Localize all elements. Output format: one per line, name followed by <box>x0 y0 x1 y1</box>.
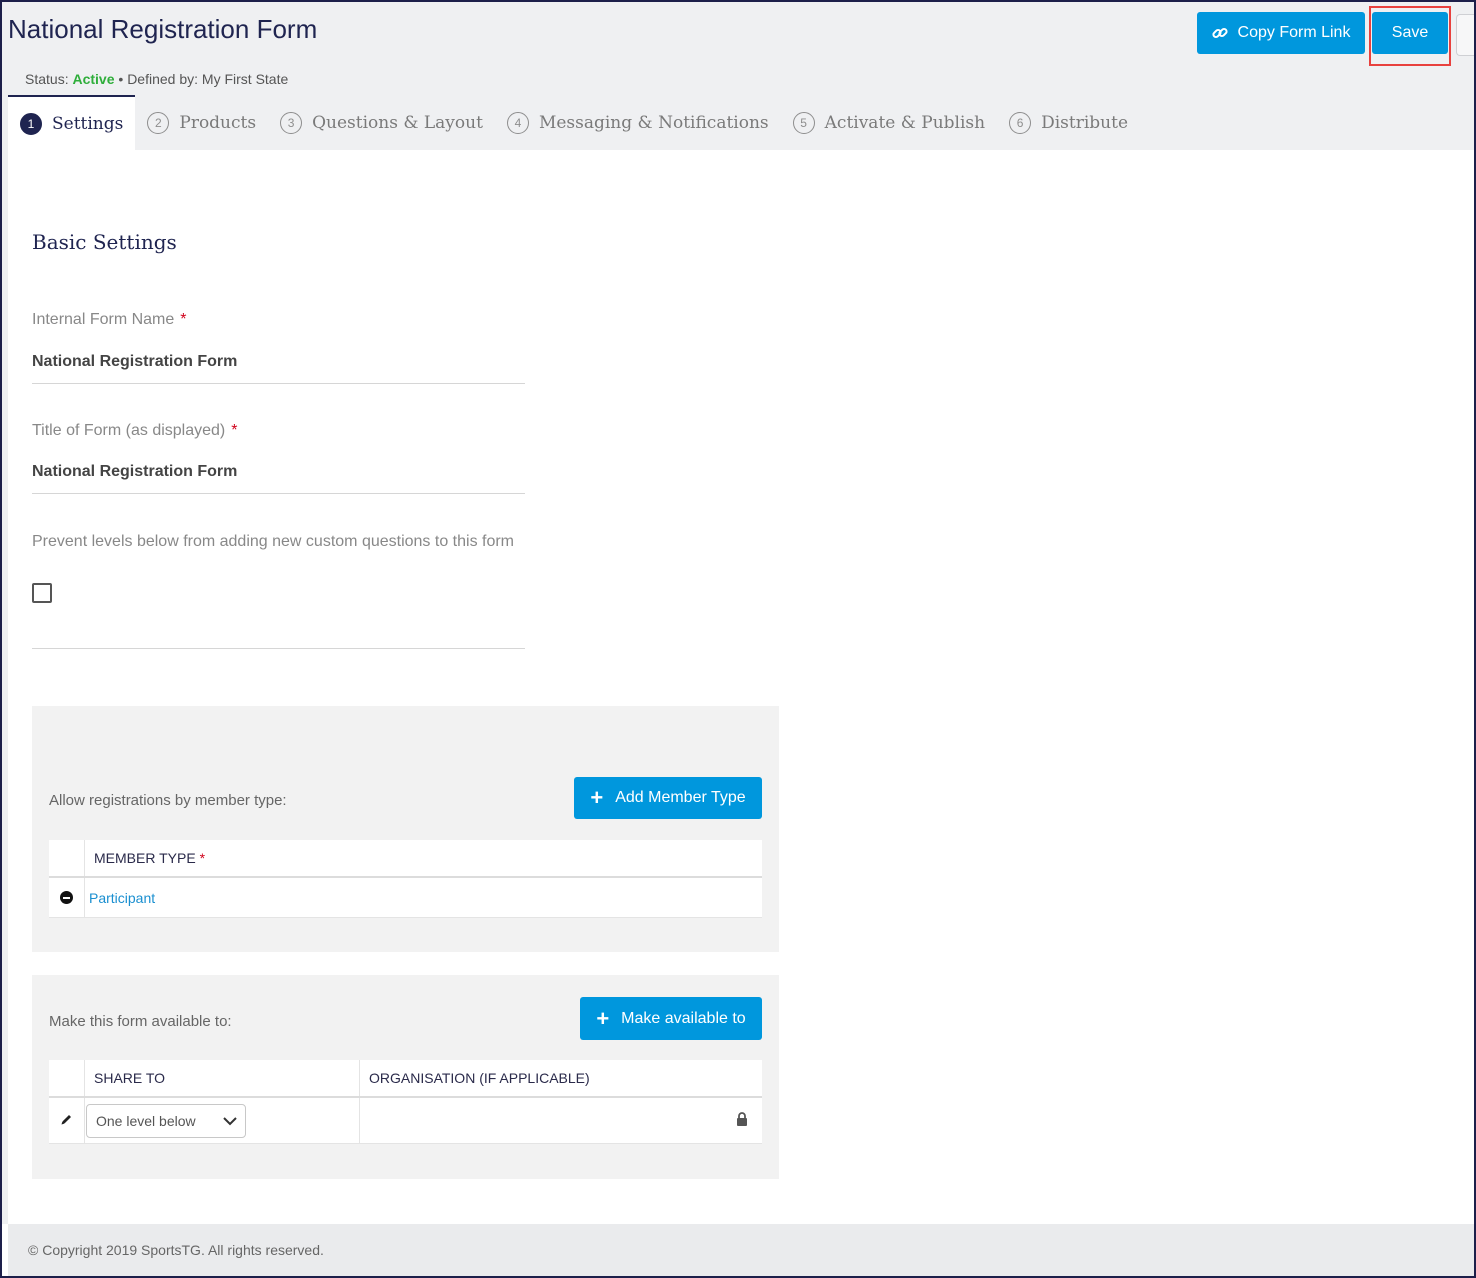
member-type-link[interactable]: Participant <box>89 890 155 906</box>
table-header-row: MEMBER TYPE * <box>49 840 762 878</box>
step-number: 4 <box>506 111 529 134</box>
pencil-icon[interactable] <box>60 1113 73 1129</box>
defined-by-text: • Defined by: My First State <box>118 71 289 87</box>
status-line: Status: Active • Defined by: My First St… <box>25 71 288 87</box>
share-to-select[interactable]: One level below <box>86 1103 246 1138</box>
make-available-label: Make available to <box>621 1009 746 1027</box>
add-member-type-label: Add Member Type <box>615 789 746 806</box>
link-icon <box>1211 25 1228 41</box>
tab-settings[interactable]: 1 Settings <box>8 95 136 150</box>
share-to-cell: One level below <box>85 1098 360 1143</box>
tab-label: Settings <box>52 113 124 134</box>
column-header-share-to: SHARE TO <box>85 1060 360 1096</box>
tab-questions-layout[interactable]: 3 Questions & Layout <box>268 95 495 150</box>
chevron-down-icon <box>223 1113 237 1129</box>
divider <box>32 648 525 649</box>
step-number: 2 <box>147 111 170 134</box>
form-title-label: Title of Form (as displayed) * <box>32 422 237 440</box>
plus-icon: + <box>590 785 604 810</box>
side-strip <box>2 150 8 1224</box>
edge-tab[interactable] <box>1456 14 1476 56</box>
required-mark: * <box>199 850 206 866</box>
organisation-cell <box>360 1098 762 1143</box>
availability-label: Make this form available to: <box>49 1013 232 1030</box>
step-tabs: 1 Settings 2 Products 3 Questions & Layo… <box>8 95 1140 150</box>
page-footer: © Copyright 2019 SportsTG. All rights re… <box>8 1224 1474 1276</box>
tab-messaging-notifications[interactable]: 4 Messaging & Notifications <box>495 95 781 150</box>
member-type-panel: Allow registrations by member type: + Ad… <box>32 706 779 952</box>
prevent-custom-questions-label: Prevent levels below from adding new cus… <box>32 533 515 550</box>
remove-row-cell <box>49 878 85 917</box>
step-number: 3 <box>280 111 303 134</box>
share-to-selected-value: One level below <box>96 1112 196 1129</box>
table-header-row: SHARE TO ORGANISATION (IF APPLICABLE) <box>49 1060 762 1098</box>
tab-label: Questions & Layout <box>312 112 483 133</box>
form-title-label-text: Title of Form (as displayed) <box>32 422 226 439</box>
table-cell <box>49 840 85 876</box>
table-row: One level below <box>49 1098 762 1144</box>
tab-label: Messaging & Notifications <box>538 112 769 133</box>
status-badge: Active <box>72 71 115 87</box>
lock-icon <box>736 1112 748 1129</box>
copy-form-link-label: Copy Form Link <box>1237 24 1351 41</box>
column-header-organisation: ORGANISATION (IF APPLICABLE) <box>369 1070 590 1086</box>
page-title: National Registration Form <box>8 14 318 44</box>
tab-label: Activate & Publish <box>824 112 986 133</box>
step-number: 1 <box>20 112 42 135</box>
column-header-member-type: MEMBER TYPE * <box>85 840 762 876</box>
member-type-table: MEMBER TYPE * Participant <box>49 840 762 918</box>
column-header-label: MEMBER TYPE <box>94 850 196 866</box>
tab-activate-publish[interactable]: 5 Activate & Publish <box>781 95 997 150</box>
internal-form-name-label-text: Internal Form Name <box>32 311 175 328</box>
add-member-type-button[interactable]: + Add Member Type <box>574 777 762 819</box>
internal-form-name-label: Internal Form Name * <box>32 311 187 329</box>
internal-form-name-field[interactable]: National Registration Form <box>32 353 525 384</box>
plus-icon: + <box>596 1005 610 1031</box>
member-type-label: Allow registrations by member type: <box>49 792 287 809</box>
step-number: 6 <box>1009 111 1032 134</box>
edit-cell <box>49 1098 85 1143</box>
copyright-text: © Copyright 2019 SportsTG. All rights re… <box>28 1242 324 1258</box>
availability-panel: Make this form available to: + Make avai… <box>32 975 779 1179</box>
table-row: Participant <box>49 878 762 918</box>
tab-distribute[interactable]: 6 Distribute <box>997 95 1140 150</box>
status-label: Status: <box>25 71 69 87</box>
table-cell <box>49 1060 85 1096</box>
tab-products[interactable]: 2 Products <box>135 95 268 150</box>
copy-form-link-button[interactable]: Copy Form Link <box>1197 12 1365 54</box>
remove-icon[interactable] <box>60 891 73 904</box>
member-type-cell: Participant <box>85 878 762 917</box>
form-title-field[interactable]: National Registration Form <box>32 463 525 494</box>
tab-label: Products <box>179 112 257 133</box>
prevent-custom-questions-checkbox[interactable] <box>32 583 52 603</box>
step-number: 5 <box>792 111 815 134</box>
required-mark: * <box>231 422 238 439</box>
make-available-button[interactable]: + Make available to <box>580 997 762 1040</box>
tab-label: Distribute <box>1041 112 1129 133</box>
availability-table: SHARE TO ORGANISATION (IF APPLICABLE) On… <box>49 1060 762 1144</box>
section-title-basic-settings: Basic Settings <box>32 230 177 254</box>
required-mark: * <box>180 311 187 328</box>
save-button[interactable]: Save <box>1372 12 1448 54</box>
